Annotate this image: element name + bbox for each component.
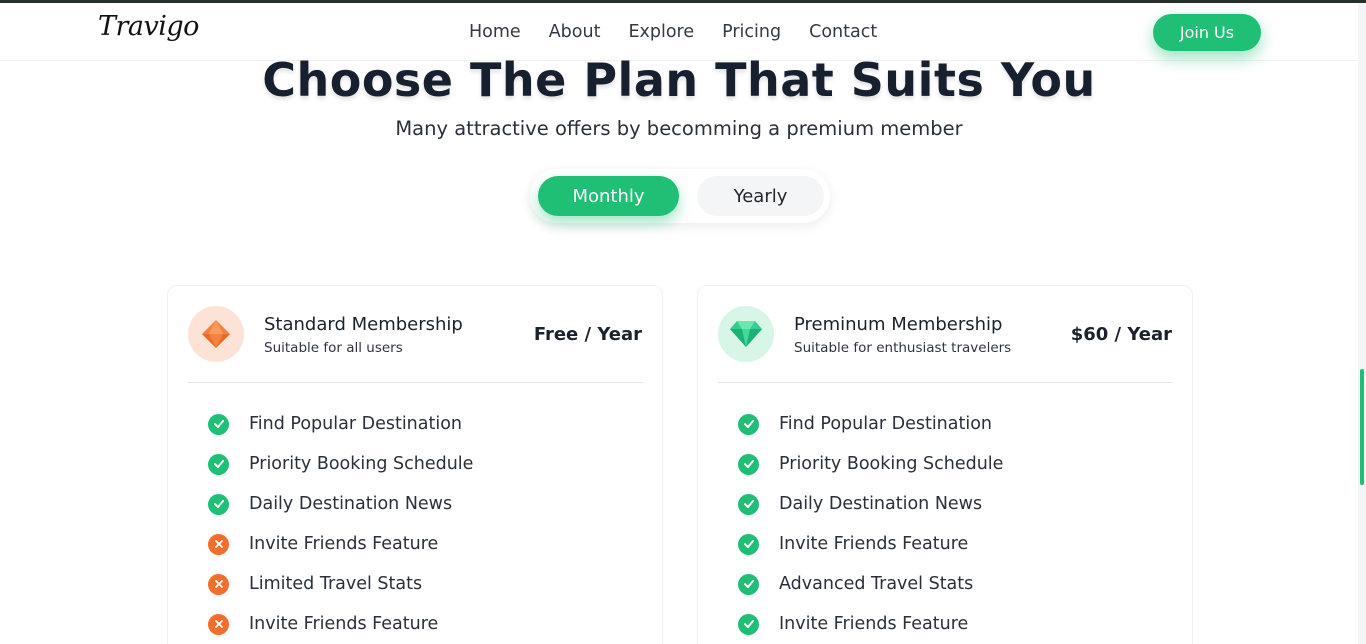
plan-subtitle: Suitable for all users xyxy=(264,340,403,356)
plan-price: $60 / Year xyxy=(1070,324,1172,345)
feature-item: Invite Friends Feature xyxy=(738,524,1003,564)
feature-label: Invite Friends Feature xyxy=(249,614,439,634)
feature-label: Invite Friends Feature xyxy=(249,534,439,554)
check-icon xyxy=(208,453,229,475)
cross-icon xyxy=(208,573,229,595)
feature-item: Daily Destination News xyxy=(738,484,1003,524)
toggle-monthly[interactable]: Monthly xyxy=(538,176,679,216)
feature-label: Daily Destination News xyxy=(779,494,983,514)
feature-item: Priority Booking Schedule xyxy=(738,444,1003,484)
check-icon xyxy=(738,573,759,595)
billing-toggle: Monthly Yearly xyxy=(530,169,830,223)
nav-link-about[interactable]: About xyxy=(549,22,601,42)
feature-item: Limited Travel Stats xyxy=(208,564,473,604)
check-icon xyxy=(208,493,229,515)
feature-item: Invite Friends Feature xyxy=(738,604,1003,644)
cross-icon xyxy=(208,613,229,635)
plan-subtitle: Suitable for enthusiast travelers xyxy=(794,340,1012,356)
check-icon xyxy=(208,413,229,435)
plan-name: Preminum Membership xyxy=(794,314,1003,335)
divider xyxy=(718,382,1173,383)
divider xyxy=(188,382,643,383)
check-icon xyxy=(738,613,759,635)
feature-item: Find Popular Destination xyxy=(738,404,1003,444)
check-icon xyxy=(738,413,759,435)
cross-icon xyxy=(208,533,229,555)
scrollbar-thumb[interactable] xyxy=(1360,369,1364,485)
check-icon xyxy=(738,493,759,515)
feature-item: Daily Destination News xyxy=(208,484,473,524)
feature-list: Find Popular Destination Priority Bookin… xyxy=(738,404,1003,644)
logo[interactable]: Travigo xyxy=(98,11,199,42)
plan-name: Standard Membership xyxy=(264,314,463,335)
join-us-button[interactable]: Join Us xyxy=(1153,14,1261,51)
feature-item: Advanced Travel Stats xyxy=(738,564,1003,604)
feature-label: Priority Booking Schedule xyxy=(779,454,1004,474)
plan-card-standard: Standard Membership Suitable for all use… xyxy=(167,285,663,644)
feature-label: Advanced Travel Stats xyxy=(779,574,974,594)
orange-diamond-icon xyxy=(188,306,244,362)
scrollbar-track[interactable] xyxy=(1358,3,1366,644)
feature-item: Priority Booking Schedule xyxy=(208,444,473,484)
plan-price: Free / Year xyxy=(533,324,642,345)
feature-label: Find Popular Destination xyxy=(779,414,993,434)
nav-link-contact[interactable]: Contact xyxy=(809,22,877,42)
nav-link-pricing[interactable]: Pricing xyxy=(722,22,781,42)
nav-links: Home About Explore Pricing Contact xyxy=(469,22,905,42)
check-icon xyxy=(738,533,759,555)
feature-list: Find Popular Destination Priority Bookin… xyxy=(208,404,473,644)
feature-label: Daily Destination News xyxy=(249,494,453,514)
page-subtitle: Many attractive offers by becomming a pr… xyxy=(395,117,963,140)
feature-item: Invite Friends Feature xyxy=(208,604,473,644)
check-icon xyxy=(738,453,759,475)
plan-card-premium: Preminum Membership Suitable for enthusi… xyxy=(697,285,1193,644)
feature-item: Invite Friends Feature xyxy=(208,524,473,564)
toggle-yearly[interactable]: Yearly xyxy=(697,176,824,216)
green-diamond-icon xyxy=(718,306,774,362)
nav-link-explore[interactable]: Explore xyxy=(628,22,694,42)
feature-label: Priority Booking Schedule xyxy=(249,454,474,474)
feature-item: Find Popular Destination xyxy=(208,404,473,444)
feature-label: Find Popular Destination xyxy=(249,414,463,434)
page-title: Choose The Plan That Suits You xyxy=(262,53,1096,107)
feature-label: Invite Friends Feature xyxy=(779,614,969,634)
feature-label: Invite Friends Feature xyxy=(779,534,969,554)
nav-link-home[interactable]: Home xyxy=(469,22,521,42)
feature-label: Limited Travel Stats xyxy=(249,574,423,594)
